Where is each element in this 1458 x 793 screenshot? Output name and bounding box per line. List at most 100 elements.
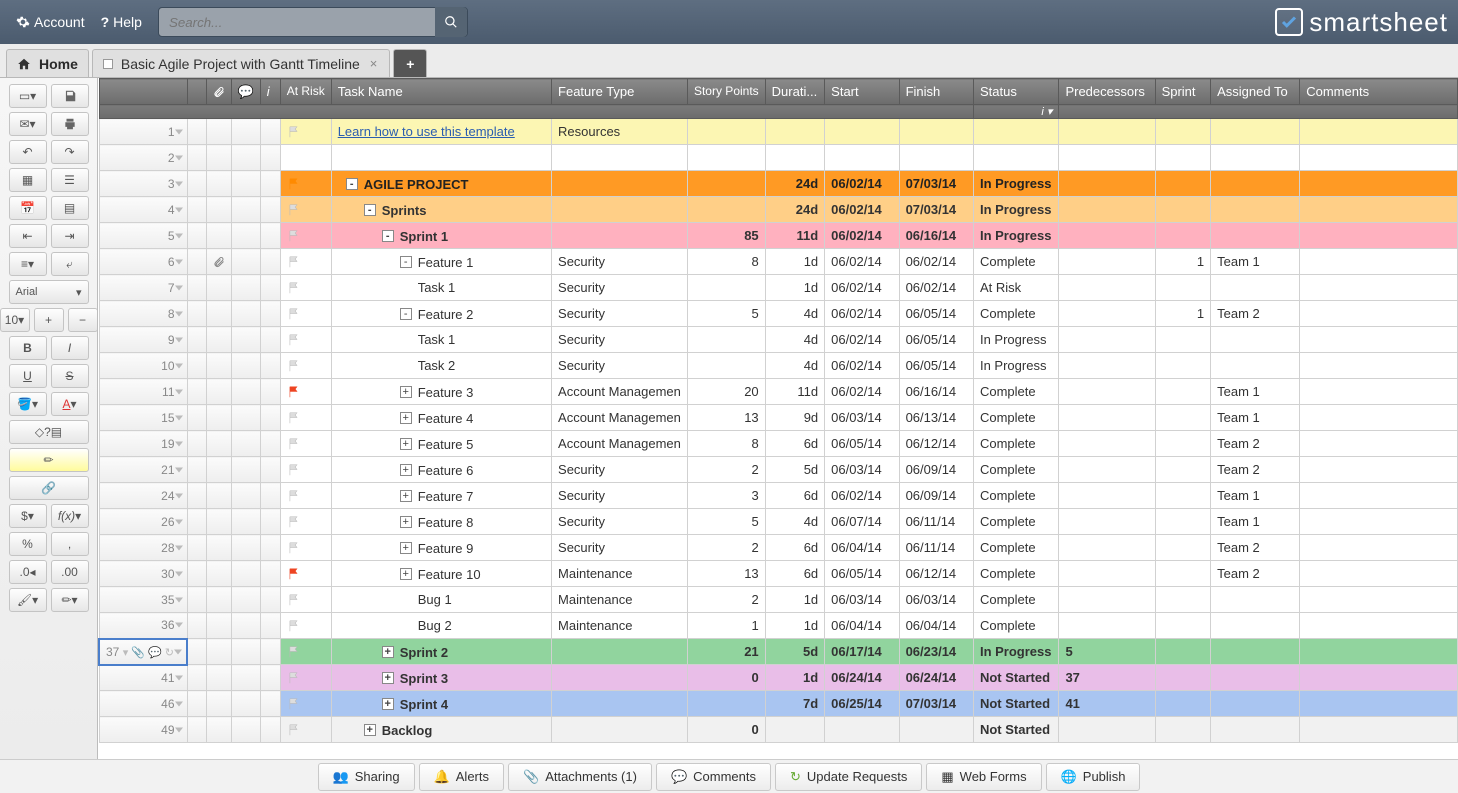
duration-cell[interactable]: 6d: [765, 535, 824, 561]
table-row[interactable]: 26+Feature 8Security54d06/07/1406/11/14C…: [99, 509, 1458, 535]
duration-cell[interactable]: 1d: [765, 665, 824, 691]
fontsize-dec[interactable]: −: [68, 308, 98, 332]
duration-cell[interactable]: 9d: [765, 405, 824, 431]
start-cell[interactable]: 06/03/14: [825, 457, 899, 483]
outdent-button[interactable]: ⇥: [51, 224, 89, 248]
pred-cell[interactable]: [1059, 457, 1155, 483]
header-finish[interactable]: Finish: [899, 79, 973, 105]
ftype-cell[interactable]: Security: [552, 535, 688, 561]
ftype-cell[interactable]: [552, 665, 688, 691]
row-attach-col[interactable]: [206, 119, 231, 145]
sprint-cell[interactable]: [1155, 613, 1211, 639]
status-cell[interactable]: Complete: [973, 535, 1058, 561]
finish-cell[interactable]: 06/05/14: [899, 353, 973, 379]
pred-cell[interactable]: 37: [1059, 665, 1155, 691]
pred-cell[interactable]: [1059, 483, 1155, 509]
status-cell[interactable]: Not Started: [973, 665, 1058, 691]
task-cell[interactable]: Task 2: [331, 353, 551, 379]
table-row[interactable]: 10Task 2Security4d06/02/1406/05/14In Pro…: [99, 353, 1458, 379]
pred-cell[interactable]: [1059, 327, 1155, 353]
finish-cell[interactable]: 07/03/14: [899, 197, 973, 223]
ftype-cell[interactable]: Account Managemen: [552, 405, 688, 431]
finish-cell[interactable]: 06/12/14: [899, 561, 973, 587]
finish-cell[interactable]: 06/05/14: [899, 301, 973, 327]
storypoints-cell[interactable]: 3: [687, 483, 765, 509]
finish-cell[interactable]: 06/11/14: [899, 509, 973, 535]
pred-cell[interactable]: [1059, 431, 1155, 457]
assigned-cell[interactable]: Team 2: [1211, 301, 1300, 327]
row-discuss-col[interactable]: [231, 717, 260, 743]
alerts-button[interactable]: 🔔Alerts: [419, 763, 504, 791]
row-discuss-col[interactable]: [231, 327, 260, 353]
row-info-col[interactable]: [260, 717, 280, 743]
sprint-cell[interactable]: [1155, 353, 1211, 379]
status-cell[interactable]: Complete: [973, 561, 1058, 587]
duration-cell[interactable]: [765, 145, 824, 171]
row-number[interactable]: 37 ▾ 📎 💬 ↻: [99, 639, 187, 665]
storypoints-cell[interactable]: 5: [687, 301, 765, 327]
table-row[interactable]: 4-Sprints24d06/02/1407/03/14In Progress: [99, 197, 1458, 223]
sprint-cell[interactable]: [1155, 223, 1211, 249]
status-cell[interactable]: Complete: [973, 301, 1058, 327]
pred-cell[interactable]: 5: [1059, 639, 1155, 665]
row-info-col[interactable]: [260, 457, 280, 483]
sprint-cell[interactable]: [1155, 275, 1211, 301]
account-menu[interactable]: Account: [10, 10, 91, 34]
assigned-cell[interactable]: [1211, 665, 1300, 691]
duration-cell[interactable]: 6d: [765, 483, 824, 509]
comments-cell[interactable]: [1300, 561, 1458, 587]
row-number[interactable]: 30: [99, 561, 187, 587]
start-cell[interactable]: 06/07/14: [825, 509, 899, 535]
pred-cell[interactable]: [1059, 275, 1155, 301]
row-attach-col[interactable]: [206, 613, 231, 639]
status-cell[interactable]: [973, 145, 1058, 171]
task-cell[interactable]: +Sprint 2: [331, 639, 551, 665]
at-risk-cell[interactable]: [280, 275, 331, 301]
assigned-cell[interactable]: Team 1: [1211, 249, 1300, 275]
expand-toggle[interactable]: -: [382, 230, 394, 242]
start-cell[interactable]: 06/02/14: [825, 483, 899, 509]
task-cell[interactable]: -Sprint 1: [331, 223, 551, 249]
assigned-cell[interactable]: [1211, 353, 1300, 379]
duration-cell[interactable]: [765, 717, 824, 743]
row-number[interactable]: 5: [99, 223, 187, 249]
ftype-cell[interactable]: Maintenance: [552, 613, 688, 639]
row-attach-col[interactable]: [206, 327, 231, 353]
at-risk-cell[interactable]: [280, 509, 331, 535]
storypoints-cell[interactable]: 0: [687, 665, 765, 691]
assigned-cell[interactable]: Team 1: [1211, 509, 1300, 535]
at-risk-cell[interactable]: [280, 223, 331, 249]
task-cell[interactable]: Bug 1: [331, 587, 551, 613]
finish-cell[interactable]: 06/12/14: [899, 431, 973, 457]
pred-cell[interactable]: 41: [1059, 691, 1155, 717]
row-info-col[interactable]: [260, 431, 280, 457]
save-button[interactable]: [51, 84, 89, 108]
publish-button[interactable]: 🌐Publish: [1046, 763, 1141, 791]
task-cell[interactable]: +Sprint 3: [331, 665, 551, 691]
row-discuss-col[interactable]: [231, 457, 260, 483]
finish-cell[interactable]: 06/16/14: [899, 379, 973, 405]
comments-cell[interactable]: [1300, 119, 1458, 145]
expand-toggle[interactable]: +: [400, 516, 412, 528]
sprint-cell[interactable]: [1155, 691, 1211, 717]
table-row[interactable]: 28+Feature 9Security26d06/04/1406/11/14C…: [99, 535, 1458, 561]
fontsize-select[interactable]: 10▾: [0, 308, 30, 332]
grid-view-button[interactable]: ▦: [9, 168, 47, 192]
row-number[interactable]: 49: [99, 717, 187, 743]
assigned-cell[interactable]: Team 2: [1211, 561, 1300, 587]
duration-cell[interactable]: 6d: [765, 431, 824, 457]
header-start[interactable]: Start: [825, 79, 899, 105]
row-attach-col[interactable]: [206, 483, 231, 509]
sprint-cell[interactable]: [1155, 639, 1211, 665]
ftype-cell[interactable]: Maintenance: [552, 587, 688, 613]
webforms-button[interactable]: ▦Web Forms: [926, 763, 1041, 791]
row-info-col[interactable]: [260, 509, 280, 535]
finish-cell[interactable]: 06/24/14: [899, 665, 973, 691]
finish-cell[interactable]: 07/03/14: [899, 691, 973, 717]
comments-cell[interactable]: [1300, 639, 1458, 665]
row-info-col[interactable]: [260, 197, 280, 223]
at-risk-cell[interactable]: [280, 587, 331, 613]
row-discuss-col[interactable]: [231, 509, 260, 535]
expand-toggle[interactable]: +: [400, 568, 412, 580]
storypoints-cell[interactable]: [687, 145, 765, 171]
